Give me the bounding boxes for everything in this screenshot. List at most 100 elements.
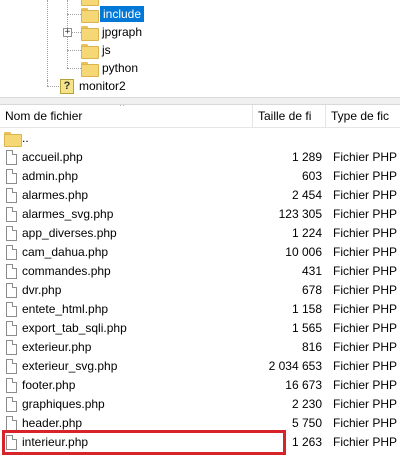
file-row[interactable]: app_diverses.php 1 224 Fichier PHP [0, 224, 400, 243]
file-name: commandes.php [22, 264, 111, 278]
file-row[interactable]: footer.php 16 673 Fichier PHP [0, 376, 400, 395]
tree-connector [47, 0, 48, 80]
pane-splitter[interactable] [0, 97, 400, 105]
tree-connector [72, 32, 81, 33]
file-size: 10 006 [285, 245, 322, 259]
folder-icon [81, 0, 99, 6]
file-icon [6, 283, 17, 298]
folder-icon [81, 25, 99, 41]
file-icon [6, 435, 17, 450]
file-type: Fichier PHP [333, 245, 398, 259]
column-header-name[interactable]: Nom de fichier [0, 105, 252, 128]
file-icon [6, 245, 17, 260]
tree-node-include[interactable]: include [81, 5, 145, 23]
file-row[interactable]: interieur.php 1 263 Fichier PHP [0, 433, 400, 452]
folder-icon [81, 61, 99, 77]
file-row[interactable]: accueil.php 1 289 Fichier PHP [0, 148, 400, 167]
file-size: 1 158 [291, 302, 322, 316]
tree-label: jpgraph [102, 25, 143, 39]
file-type: Fichier PHP [333, 283, 398, 297]
file-size: 603 [301, 169, 322, 183]
column-header-row: ^ Nom de fichier Taille de fi Type de fi… [0, 105, 400, 128]
file-type: Fichier PHP [333, 226, 398, 240]
file-rows: .. accueil.php 1 289 Fichier PHP admin.p… [0, 129, 400, 452]
column-header-size[interactable]: Taille de fi [253, 105, 325, 128]
tree-connector [67, 14, 81, 15]
tree-connector [47, 86, 59, 87]
file-icon [6, 169, 17, 184]
file-type: Fichier PHP [333, 150, 398, 164]
file-type: Fichier PHP [333, 435, 398, 449]
tree-node-monitor2[interactable]: ? monitor2 [60, 77, 126, 95]
file-type: Fichier PHP [333, 321, 398, 335]
file-row[interactable]: dvr.php 678 Fichier PHP [0, 281, 400, 300]
file-name: alarmes.php [22, 188, 89, 202]
file-row[interactable]: admin.php 603 Fichier PHP [0, 167, 400, 186]
file-size: 678 [301, 283, 322, 297]
file-size: 123 305 [278, 207, 322, 221]
file-icon [6, 378, 17, 393]
tree-label: include [100, 6, 145, 22]
file-size: 1 224 [291, 226, 322, 240]
file-name: graphiques.php [22, 397, 105, 411]
parent-directory-row[interactable]: .. [0, 129, 400, 148]
file-row[interactable]: entete_html.php 1 158 Fichier PHP [0, 300, 400, 319]
file-icon [6, 226, 17, 241]
file-type: Fichier PHP [333, 340, 398, 354]
file-icon [6, 416, 17, 431]
file-icon [6, 150, 17, 165]
file-row[interactable]: exterieur_svg.php 2 034 653 Fichier PHP [0, 357, 400, 376]
file-name: header.php [22, 416, 83, 430]
file-row[interactable]: header.php 5 750 Fichier PHP [0, 414, 400, 433]
tree-connector [67, 68, 81, 69]
tree-label: python [102, 61, 139, 75]
tree-connector [67, 50, 81, 51]
file-size: 1 565 [291, 321, 322, 335]
file-row[interactable]: cam_dahua.php 10 006 Fichier PHP [0, 243, 400, 262]
folder-icon [81, 7, 99, 23]
directory-tree: include + jpgraph js python ? monitor2 [0, 0, 400, 97]
file-size: 1 289 [291, 150, 322, 164]
file-name: alarmes_svg.php [22, 207, 114, 221]
tree-node-jpgraph[interactable]: jpgraph [81, 23, 142, 41]
file-name: app_diverses.php [22, 226, 117, 240]
file-row[interactable]: exterieur.php 816 Fichier PHP [0, 338, 400, 357]
file-icon [6, 359, 17, 374]
file-icon [6, 302, 17, 317]
file-name: dvr.php [22, 283, 62, 297]
file-row[interactable]: commandes.php 431 Fichier PHP [0, 262, 400, 281]
file-name: interieur.php [22, 435, 89, 449]
file-icon [6, 397, 17, 412]
file-size: 16 673 [285, 378, 322, 392]
file-list: ^ Nom de fichier Taille de fi Type de fi… [0, 105, 400, 466]
tree-connector [47, 80, 48, 86]
file-name: cam_dahua.php [22, 245, 109, 259]
tree-node-js[interactable]: js [81, 41, 111, 59]
tree-label: monitor2 [79, 79, 126, 93]
file-type: Fichier PHP [333, 302, 398, 316]
file-size: 1 263 [291, 435, 322, 449]
file-type: Fichier PHP [333, 378, 398, 392]
tree-node-python[interactable]: python [81, 59, 138, 77]
file-icon [6, 207, 17, 222]
file-row[interactable]: alarmes_svg.php 123 305 Fichier PHP [0, 205, 400, 224]
file-type: Fichier PHP [333, 264, 398, 278]
file-name: footer.php [22, 378, 76, 392]
file-icon [6, 188, 17, 203]
column-header-type[interactable]: Type de fic [326, 105, 400, 128]
folder-up-icon [4, 132, 22, 147]
file-icon [6, 340, 17, 355]
folder-icon [81, 43, 99, 59]
file-row[interactable]: alarmes.php 2 454 Fichier PHP [0, 186, 400, 205]
file-name: exterieur_svg.php [22, 359, 118, 373]
file-name: export_tab_sqli.php [22, 321, 127, 335]
file-size: 2 034 653 [268, 359, 322, 373]
file-type: Fichier PHP [333, 359, 398, 373]
file-row[interactable]: graphiques.php 2 230 Fichier PHP [0, 395, 400, 414]
file-size: 5 750 [291, 416, 322, 430]
file-name: accueil.php [22, 150, 83, 164]
file-type: Fichier PHP [333, 207, 398, 221]
question-mark-icon: ? [60, 78, 74, 94]
expand-toggle-icon[interactable]: + [63, 28, 72, 37]
file-row[interactable]: export_tab_sqli.php 1 565 Fichier PHP [0, 319, 400, 338]
